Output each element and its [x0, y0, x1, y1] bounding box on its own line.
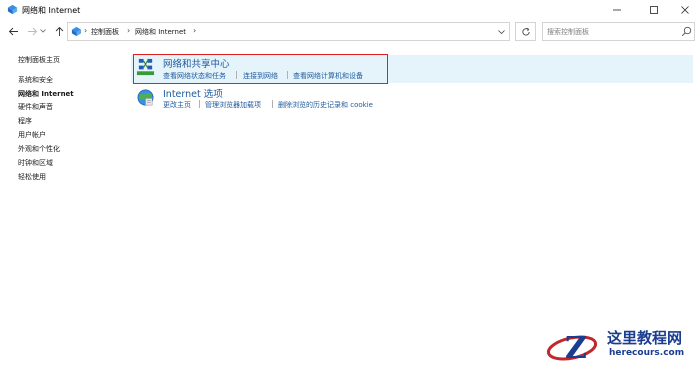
- sidebar-item-clock-region[interactable]: 时钟和区域: [18, 158, 53, 168]
- up-button[interactable]: [52, 24, 66, 38]
- close-icon: [681, 6, 689, 14]
- refresh-button[interactable]: [515, 22, 536, 41]
- link-divider: [272, 100, 273, 108]
- search-box[interactable]: 搜索控制面板: [542, 22, 695, 41]
- manage-addons-link[interactable]: 管理浏览器加载项: [205, 100, 261, 110]
- search-placeholder: 搜索控制面板: [547, 28, 589, 36]
- sidebar-item-system-security[interactable]: 系统和安全: [18, 75, 53, 85]
- recent-locations-button[interactable]: [39, 24, 47, 38]
- internet-options-globe-icon: [137, 89, 154, 106]
- link-divider: [199, 100, 200, 108]
- sidebar-item-appearance[interactable]: 外观和个性化: [18, 144, 60, 154]
- title-bar: 网络和 Internet: [0, 0, 700, 20]
- maximize-icon: [650, 6, 658, 14]
- sidebar-item-network-internet: 网络和 Internet: [18, 90, 74, 98]
- control-panel-icon: [7, 4, 18, 15]
- address-bar[interactable]: › 控制面板 › 网络和 Internet ›: [67, 22, 510, 41]
- breadcrumb-separator-icon[interactable]: ›: [127, 26, 130, 35]
- delete-history-link[interactable]: 删除浏览的历史记录和 cookie: [278, 100, 373, 110]
- sidebar-item-ease-of-access[interactable]: 轻松使用: [18, 172, 46, 182]
- watermark-logo: Z: [546, 331, 598, 366]
- address-dropdown-button[interactable]: [493, 22, 510, 41]
- back-arrow-icon: [8, 27, 18, 35]
- search-icon[interactable]: [681, 26, 692, 37]
- change-homepage-link[interactable]: 更改主页: [163, 100, 191, 110]
- sidebar-item-hardware-sound[interactable]: 硬件和声音: [18, 102, 53, 112]
- watermark-title: 这里教程网: [607, 329, 683, 347]
- back-button[interactable]: [6, 24, 20, 38]
- breadcrumb-control-panel[interactable]: 控制面板: [91, 27, 119, 37]
- control-panel-icon: [71, 26, 82, 37]
- breadcrumb-separator-icon[interactable]: ›: [193, 26, 196, 35]
- watermark-url: herecours.com: [609, 348, 685, 358]
- close-button[interactable]: [668, 0, 700, 20]
- forward-button[interactable]: [25, 24, 39, 38]
- minimize-button[interactable]: [600, 0, 634, 20]
- chevron-down-icon: [498, 29, 505, 34]
- sidebar-item-user-accounts[interactable]: 用户帐户: [18, 130, 46, 140]
- up-arrow-icon: [55, 26, 63, 36]
- forward-arrow-icon: [27, 27, 37, 35]
- sidebar-item-programs[interactable]: 程序: [18, 116, 32, 126]
- annotation-highlight-box: [133, 54, 388, 84]
- breadcrumb-network-internet[interactable]: 网络和 Internet: [135, 27, 186, 37]
- maximize-button[interactable]: [637, 0, 671, 20]
- refresh-icon: [521, 27, 530, 35]
- sidebar-item-control-panel-home[interactable]: 控制面板主页: [18, 55, 60, 65]
- minimize-icon: [613, 9, 621, 11]
- chevron-down-icon: [40, 29, 46, 33]
- window-title: 网络和 Internet: [22, 6, 81, 15]
- breadcrumb-separator-icon[interactable]: ›: [84, 26, 87, 35]
- svg-text:Z: Z: [565, 331, 587, 366]
- internet-options-title[interactable]: Internet 选项: [163, 86, 223, 100]
